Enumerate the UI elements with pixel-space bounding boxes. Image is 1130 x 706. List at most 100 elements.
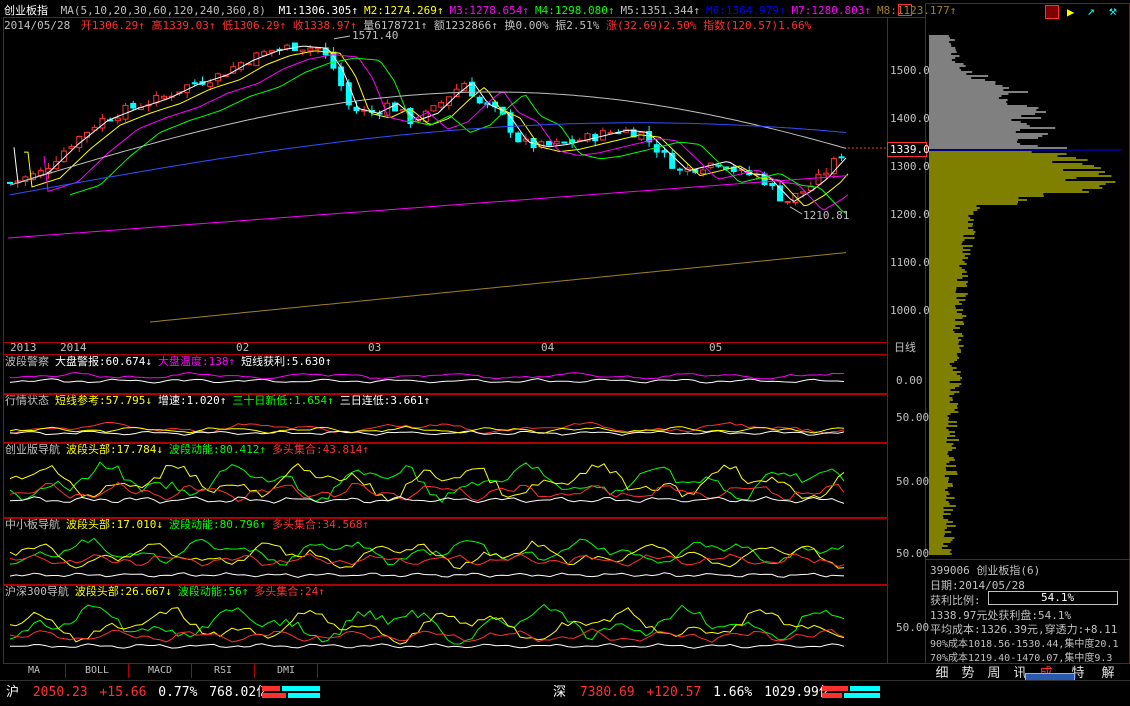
- profit-box: 54.1%: [988, 591, 1118, 605]
- tools-icon[interactable]: ⚒: [1109, 4, 1117, 19]
- flag-icon[interactable]: ▶: [1067, 5, 1074, 19]
- panel-value: 多头集合:34.568↑: [271, 518, 369, 531]
- panel-value: 波段动能:56↑: [177, 585, 249, 598]
- panel-title-row: 波段警察 大盘警报:60.674↓ 大盘温度:138↑ 短线获利:5.630↑: [5, 355, 331, 368]
- side-tab-trend[interactable]: 势: [956, 662, 980, 681]
- window-icons: [898, 4, 918, 16]
- quote-change: 涨(32.69)2.50%: [606, 19, 697, 32]
- current-price-tag: 1339.0: [887, 142, 930, 157]
- candle-body: [438, 102, 445, 108]
- price-tick: 1000.0: [890, 304, 930, 317]
- candle-body: [7, 181, 13, 184]
- panel-title[interactable]: 行情状态: [5, 394, 49, 407]
- panel2-line-white: [9, 430, 845, 436]
- panel-tick: 50.00: [896, 621, 930, 634]
- candle-body: [191, 82, 198, 85]
- panel-value: 多头集合:24↑: [254, 585, 325, 598]
- candle-body: [207, 82, 214, 87]
- tab-rsi[interactable]: RSI: [192, 664, 255, 678]
- profit-value: 54.1%: [1041, 591, 1075, 604]
- panel1-line-white: [9, 378, 845, 384]
- period-label[interactable]: 日线: [894, 342, 916, 354]
- candle-body: [553, 140, 560, 145]
- panel-value: 波段动能:80.412↑: [168, 443, 266, 456]
- candle-body: [114, 117, 121, 122]
- date-tick: 2013: [10, 341, 37, 354]
- restore-icon[interactable]: [898, 4, 912, 16]
- high-pointer: [333, 35, 351, 40]
- panel-title-row: 沪深300导航 波段头部:26.667↓ 波段动能:56↑ 多头集合:24↑: [5, 585, 325, 598]
- tab-boll[interactable]: BOLL: [66, 664, 129, 678]
- panel-value: 多头集合:43.814↑: [271, 443, 369, 456]
- date-tick: 04: [541, 341, 555, 354]
- panel-value: 三十日新低:1.654↑: [232, 394, 334, 407]
- panel-tick: 50.00: [896, 547, 930, 560]
- ma-line-7: [7, 175, 849, 239]
- panel-value: 波段头部:17.010↓: [66, 518, 163, 531]
- side-code-name: 399006 创业板指(6): [930, 564, 1041, 577]
- tab-macd[interactable]: MACD: [129, 664, 192, 678]
- panel-value: 波段头部:17.784↓: [66, 443, 163, 456]
- panel-title[interactable]: 创业版导航: [5, 443, 60, 456]
- side-tab-explain[interactable]: 解: [1096, 662, 1120, 681]
- candle-body: [161, 95, 167, 99]
- panel-title[interactable]: 波段警察: [5, 355, 49, 368]
- candle-body: [700, 169, 706, 175]
- ma-params: MA(5,10,20,30,60,120,240,360,8): [60, 4, 266, 17]
- panel-tick: 50.00: [896, 475, 930, 488]
- sz-index-quote[interactable]: 深 7380.69 +120.57 1.66% 1029.99亿: [553, 685, 832, 701]
- panel-value: 大盘温度:138↑: [157, 355, 236, 368]
- quote-open: 开1306.29: [80, 19, 139, 32]
- tab-dmi[interactable]: DMI: [255, 664, 318, 678]
- quote-high: 高1339.03: [151, 19, 209, 32]
- side-profit-label: 获利比例:: [930, 594, 981, 607]
- sh-index-quote[interactable]: 沪 2050.23 +15.66 0.77% 768.02亿: [6, 685, 269, 701]
- arrow-icon[interactable]: ↗: [1087, 4, 1095, 19]
- quote-amplitude: 振2.51%: [555, 19, 600, 32]
- candle-body: [284, 44, 291, 50]
- low-label: 1210.81: [803, 209, 850, 222]
- sh-volume-bar: [262, 686, 322, 698]
- ma-value-7: M7:1280.803↑: [791, 4, 871, 17]
- candle-body: [561, 141, 568, 144]
- ma-line-4: [69, 57, 847, 214]
- side-tab-detail[interactable]: 细: [930, 662, 954, 681]
- grid-icon[interactable]: [1045, 5, 1059, 19]
- panel-tick: 50.00: [896, 411, 930, 424]
- ma-value-3: M3:1278.654↑: [449, 4, 530, 17]
- candle-body: [661, 150, 668, 153]
- panel-value: 大盘警报:60.674↓: [55, 355, 152, 368]
- low-pointer: [789, 206, 803, 215]
- ma-value-2: M2:1274.269↑: [364, 4, 444, 17]
- candle-body: [676, 168, 683, 171]
- date-tick: 05: [709, 341, 723, 354]
- panel4-line-green: [9, 537, 845, 566]
- price-tick: 1100.0: [890, 256, 930, 269]
- candle-body: [507, 112, 514, 133]
- price-tick: 1400.0: [890, 112, 930, 125]
- date-tick: 02: [236, 341, 250, 354]
- candle-body: [815, 173, 822, 185]
- date-tick: 03: [368, 341, 382, 354]
- candle-body: [784, 200, 791, 203]
- panel-title-row: 行情状态 短线参考:57.795↓ 增速:1.020↑ 三十日新低:1.654↑ 三日连…: [5, 394, 430, 407]
- panel4-line-white: [9, 572, 845, 578]
- panel-title[interactable]: 沪深300导航: [5, 585, 69, 598]
- quote-index: 指数(120.57)1.66%: [703, 19, 812, 32]
- sz-volume-bar: [822, 686, 882, 698]
- price-tick: 1200.0: [890, 208, 930, 221]
- side-tab-week[interactable]: 周: [982, 662, 1006, 681]
- candle-body: [68, 146, 75, 149]
- panel-title-row: 中小板导航 波段头部:17.010↓ 波段动能:80.796↑ 多头集合:34.568…: [5, 518, 369, 531]
- panel-value: 波段头部:26.667↓: [74, 585, 172, 598]
- panel-value: 三日连低:3.661↑: [339, 394, 431, 407]
- tab-ma[interactable]: MA: [3, 664, 66, 678]
- panel-title-row: 创业版导航 波段头部:17.784↓ 波段动能:80.412↑ 多头集合:43.814…: [5, 443, 369, 456]
- panel-title[interactable]: 中小板导航: [5, 518, 60, 531]
- candle-body: [430, 105, 437, 112]
- quote-date: 2014/05/28: [4, 19, 71, 32]
- panel-tick: 0.00: [896, 374, 923, 387]
- candle-body: [638, 131, 645, 140]
- quote-close: 收1338.97: [292, 19, 351, 32]
- panel3-line-white: [9, 495, 845, 504]
